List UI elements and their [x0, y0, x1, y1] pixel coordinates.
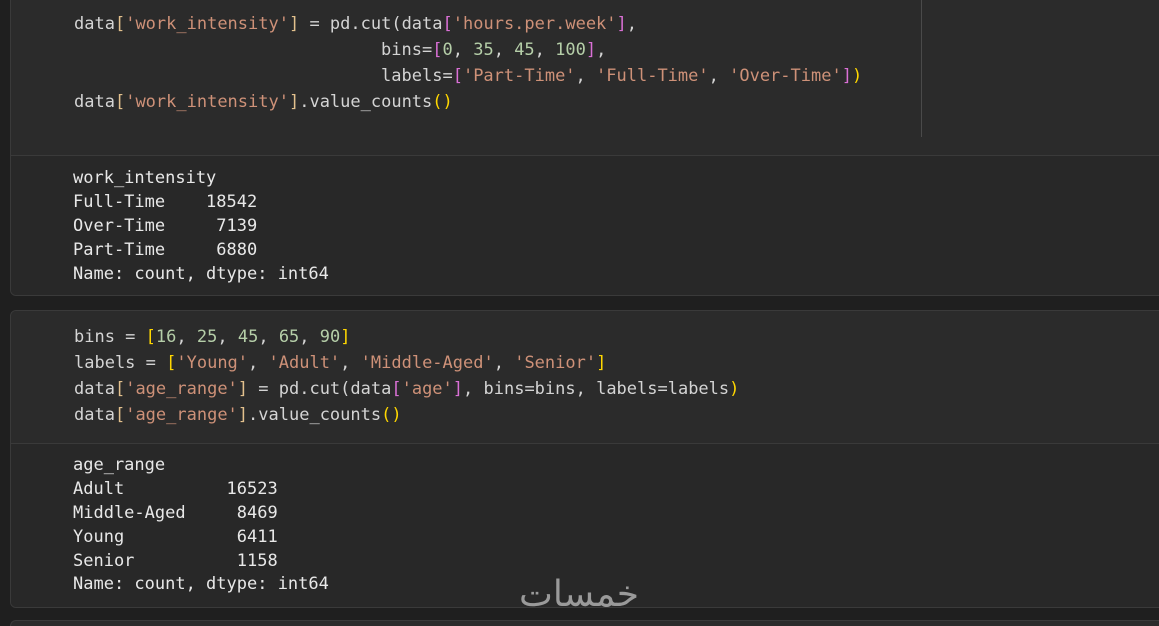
code-line: bins = [16, 25, 45, 65, 90] — [74, 327, 351, 347]
output-line: Name: count, dtype: int64 — [73, 264, 329, 284]
code-line: data['work_intensity'].value_counts() — [74, 92, 453, 112]
code-line: labels = ['Young', 'Adult', 'Middle-Aged… — [74, 353, 607, 373]
next-cell-edge — [10, 620, 1159, 626]
code-line: data['age_range'] = pd.cut(data['age'], … — [74, 379, 740, 399]
notebook-cell-2[interactable]: bins = [16, 25, 45, 65, 90] labels = ['Y… — [10, 310, 1159, 608]
output-line: Part-Time 6880 — [73, 240, 258, 260]
output-area-1: work_intensity Full-Time 18542 Over-Time… — [11, 155, 1159, 295]
output-line: Full-Time 18542 — [73, 192, 258, 212]
ruler-line — [921, 0, 922, 137]
code-line: data['age_range'].value_counts() — [74, 405, 402, 425]
notebook-cell-1[interactable]: data['work_intensity'] = pd.cut(data['ho… — [10, 0, 1159, 296]
code-editor-2[interactable]: bins = [16, 25, 45, 65, 90] labels = ['Y… — [11, 311, 1159, 443]
output-line: Young 6411 — [73, 527, 278, 547]
code-line: data['work_intensity'] = pd.cut(data['ho… — [74, 14, 638, 34]
code-line: bins=[0, 35, 45, 100], — [74, 40, 607, 60]
output-line: Over-Time 7139 — [73, 216, 258, 236]
output-line: Senior 1158 — [73, 551, 278, 571]
watermark-logo: خمسات — [518, 574, 640, 615]
output-line: Name: count, dtype: int64 — [73, 574, 329, 594]
output-line: Adult 16523 — [73, 479, 278, 499]
code-line: labels=['Part-Time', 'Full-Time', 'Over-… — [74, 66, 863, 86]
output-line: age_range — [73, 455, 166, 475]
output-line: Middle-Aged 8469 — [73, 503, 278, 523]
output-line: work_intensity — [73, 168, 217, 188]
code-editor-1[interactable]: data['work_intensity'] = pd.cut(data['ho… — [11, 0, 1159, 155]
